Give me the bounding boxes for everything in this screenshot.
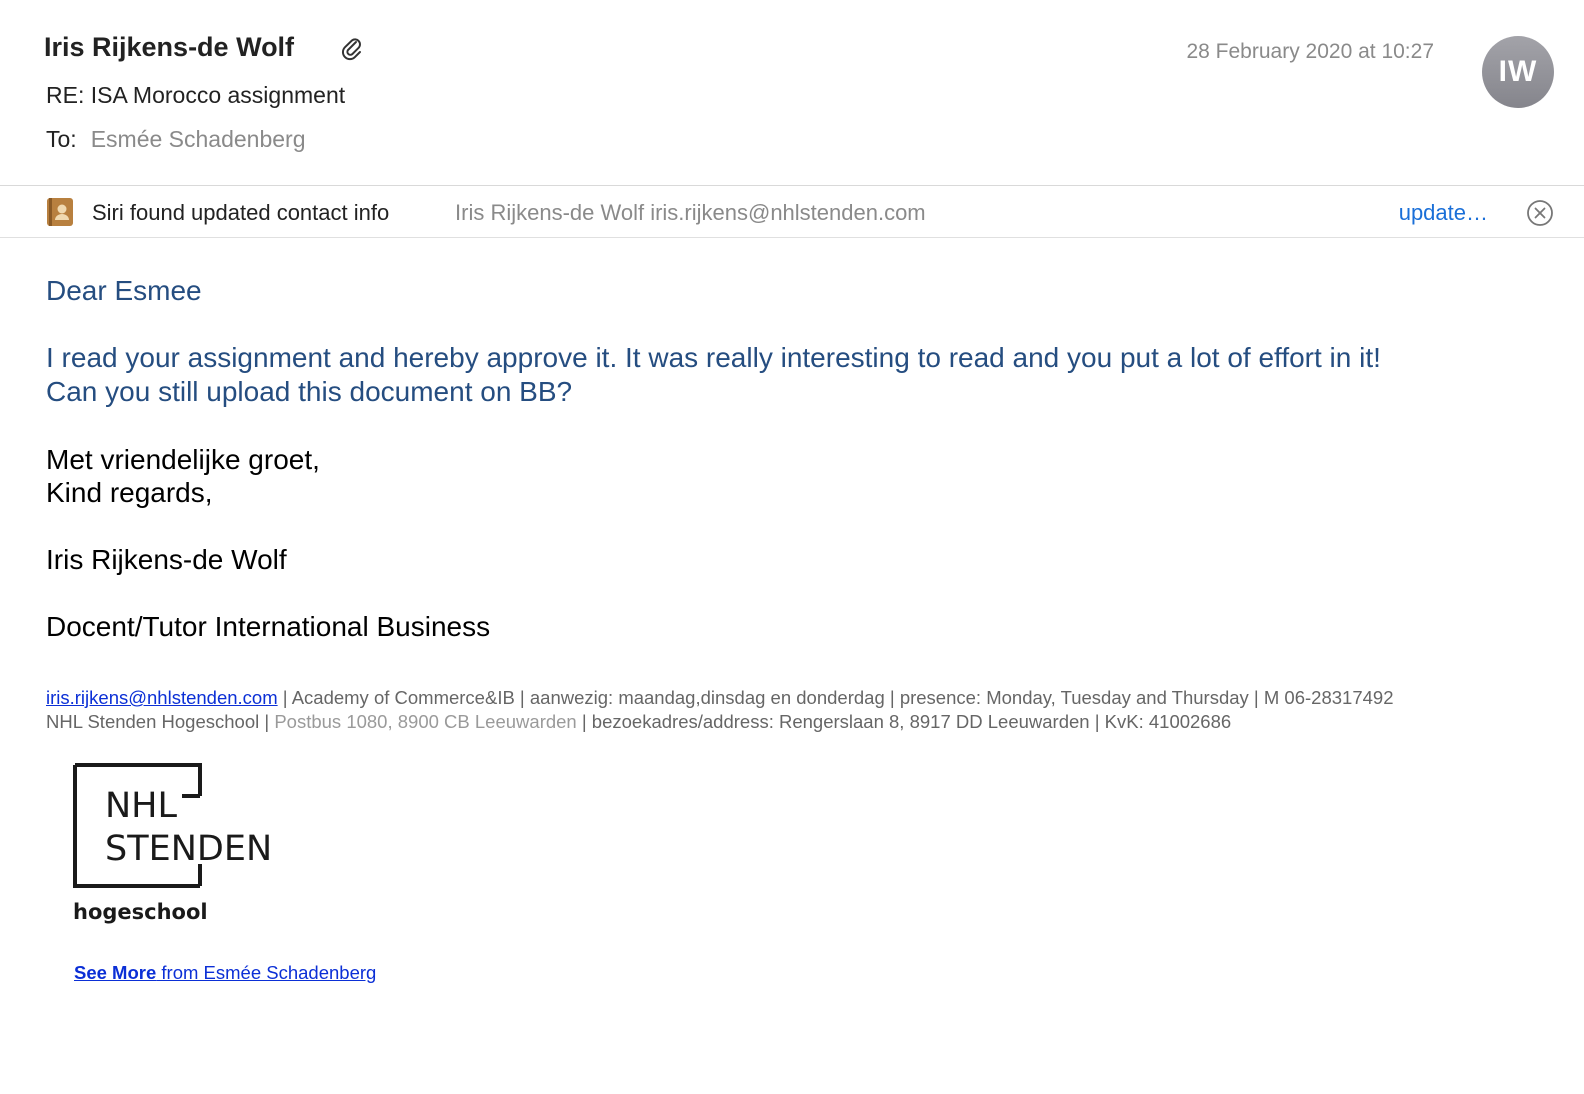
sender-avatar[interactable]: IW: [1482, 36, 1554, 108]
see-more-link[interactable]: See More from Esmée Schadenberg: [74, 962, 376, 984]
signature-postbus: Postbus 1080, 8900 CB Leeuwarden: [274, 711, 577, 732]
siri-suggestion-bar: Siri found updated contact info Iris Rij…: [0, 186, 1584, 238]
signature-line-2-rest: | bezoekadres/address: Rengerslaan 8, 89…: [576, 711, 1232, 732]
signature-line-2: NHL Stenden Hogeschool | Postbus 1080, 8…: [46, 710, 1393, 734]
body-line-approval: I read your assignment and hereby approv…: [46, 342, 1381, 373]
signature-line-1-rest: | Academy of Commerce&IB | aanwezig: maa…: [277, 687, 1394, 708]
sender-name[interactable]: Iris Rijkens-de Wolf: [44, 32, 294, 63]
contacts-book-icon: [47, 198, 73, 226]
logo-text-hogeschool: hogeschool: [73, 900, 208, 924]
signature-line-1: iris.rijkens@nhlstenden.com | Academy of…: [46, 686, 1393, 710]
signature-name: Iris Rijkens-de Wolf: [46, 544, 287, 575]
to-label: To:: [46, 126, 77, 152]
greeting: Dear Esmee: [46, 275, 202, 306]
signature-line-2-start: NHL Stenden Hogeschool |: [46, 711, 275, 732]
nhl-stenden-logo: NHL STENDEN hogeschool: [73, 763, 272, 924]
message-subject: RE: ISA Morocco assignment: [46, 82, 346, 108]
logo-text-stenden: STENDEN: [105, 829, 272, 869]
close-icon[interactable]: [1526, 199, 1554, 227]
body-line-upload: Can you still upload this document on BB…: [46, 376, 573, 407]
siri-contact-info: Iris Rijkens-de Wolf iris.rijkens@nhlste…: [455, 200, 926, 225]
signature-details: iris.rijkens@nhlstenden.com | Academy of…: [46, 686, 1393, 734]
update-contact-button[interactable]: update…: [1399, 200, 1488, 226]
signature-role: Docent/Tutor International Business: [46, 611, 491, 642]
logo-text-nhl: NHL: [105, 786, 178, 826]
siri-message: Siri found updated contact info: [92, 200, 390, 225]
see-more-rest: from Esmée Schadenberg: [156, 962, 377, 983]
recipient-name[interactable]: Esmée Schadenberg: [91, 126, 306, 152]
signature-email-link[interactable]: iris.rijkens@nhlstenden.com: [46, 687, 278, 708]
see-more-bold: See More: [74, 962, 157, 983]
message-date: 28 February 2020 at 10:27: [1186, 40, 1434, 63]
message-header: Iris Rijkens-de Wolf RE: ISA Morocco ass…: [0, 0, 1584, 186]
recipient-row: To: Esmée Schadenberg: [46, 126, 306, 153]
paperclip-icon[interactable]: [340, 36, 364, 62]
closing-english: Kind regards,: [46, 477, 213, 508]
closing-dutch: Met vriendelijke groet,: [46, 444, 320, 475]
